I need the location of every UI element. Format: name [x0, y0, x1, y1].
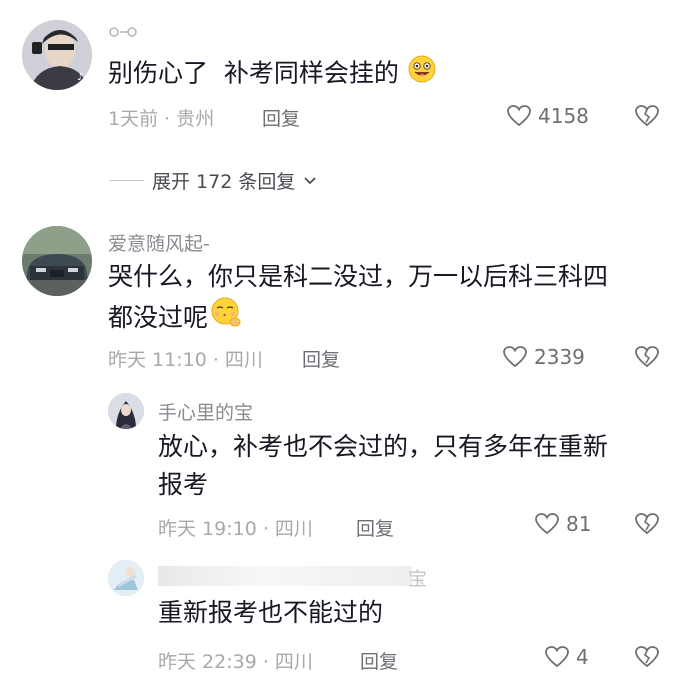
reply-username[interactable]: 手心里的宝: [158, 398, 253, 425]
avatar[interactable]: ♪: [22, 20, 92, 90]
like-button[interactable]: 81: [534, 512, 591, 536]
like-button[interactable]: 4: [544, 645, 589, 669]
dislike-button[interactable]: [634, 645, 660, 673]
like-count: 4: [576, 645, 589, 669]
broken-heart-icon: [635, 105, 659, 127]
comment-meta: 昨天 11:10 · 四川: [108, 349, 263, 371]
like-count: 81: [566, 512, 592, 536]
like-button[interactable]: 4158: [506, 104, 589, 128]
heart-outline-icon: [535, 513, 559, 535]
expand-replies-button[interactable]: 展开 172 条回复: [110, 167, 317, 194]
username-emoji-decoration: [108, 24, 138, 43]
comment-text-body: 别伤心了 补考同样会挂的: [108, 58, 399, 88]
avatar-photo: [108, 393, 144, 429]
comment-text-line-2-body: 都没过呢: [108, 302, 209, 332]
reply-meta: 昨天 22:39 · 四川: [158, 651, 313, 673]
dislike-button[interactable]: [634, 104, 660, 132]
heart-outline-icon: [507, 105, 531, 127]
reply-button[interactable]: 回复: [360, 647, 398, 674]
like-count: 2339: [534, 345, 585, 369]
broken-heart-icon: [635, 346, 659, 368]
reply-button[interactable]: 回复: [356, 514, 394, 541]
like-button[interactable]: 2339: [502, 345, 585, 369]
expand-replies-label: 展开 172 条回复: [152, 171, 296, 193]
reply-text: 放心，补考也不会过的，只有多年在重新 报考: [158, 428, 658, 504]
avatar[interactable]: [108, 560, 144, 596]
reply-button[interactable]: 回复: [302, 345, 340, 372]
heart-outline-icon: [545, 646, 569, 668]
comment-meta: 1天前 · 贵州: [108, 108, 215, 130]
face-blowing-kiss-emoji: [210, 296, 242, 339]
svg-text:♪: ♪: [77, 72, 83, 83]
avatar-photo: [22, 226, 92, 296]
dislike-button[interactable]: [634, 345, 660, 373]
comment-text: 别伤心了 补考同样会挂的: [108, 54, 437, 95]
broken-heart-icon: [635, 646, 659, 668]
reply-text: 重新报考也不能过的: [158, 598, 384, 627]
reply-meta: 昨天 19:10 · 四川: [158, 518, 313, 540]
comment-text: 哭什么，你只是科二没过，万一以后科三科四 都没过呢: [108, 258, 668, 339]
avatar-photo: [108, 560, 144, 596]
grinning-tongue-emoji: [407, 54, 437, 95]
avatar-photo: ♪: [22, 20, 92, 90]
comment-text-line-2: 都没过呢: [108, 296, 668, 339]
reply-username-tail[interactable]: 宝: [408, 564, 427, 591]
chevron-down-icon: [304, 176, 316, 184]
avatar[interactable]: [108, 393, 144, 429]
heart-outline-icon: [503, 346, 527, 368]
broken-heart-icon: [635, 513, 659, 535]
expand-divider: [110, 180, 144, 181]
comment-text-line-1: 哭什么，你只是科二没过，万一以后科三科四: [108, 262, 609, 291]
reply-button[interactable]: 回复: [262, 104, 300, 131]
username-redacted: [158, 566, 412, 586]
comment-username[interactable]: 爱意随风起-: [108, 229, 210, 256]
reply-text-line-1: 放心，补考也不会过的，只有多年在重新: [158, 432, 609, 461]
like-count: 4158: [538, 104, 589, 128]
avatar[interactable]: [22, 226, 92, 296]
dislike-button[interactable]: [634, 512, 660, 540]
reply-text-line-2: 报考: [158, 470, 209, 499]
